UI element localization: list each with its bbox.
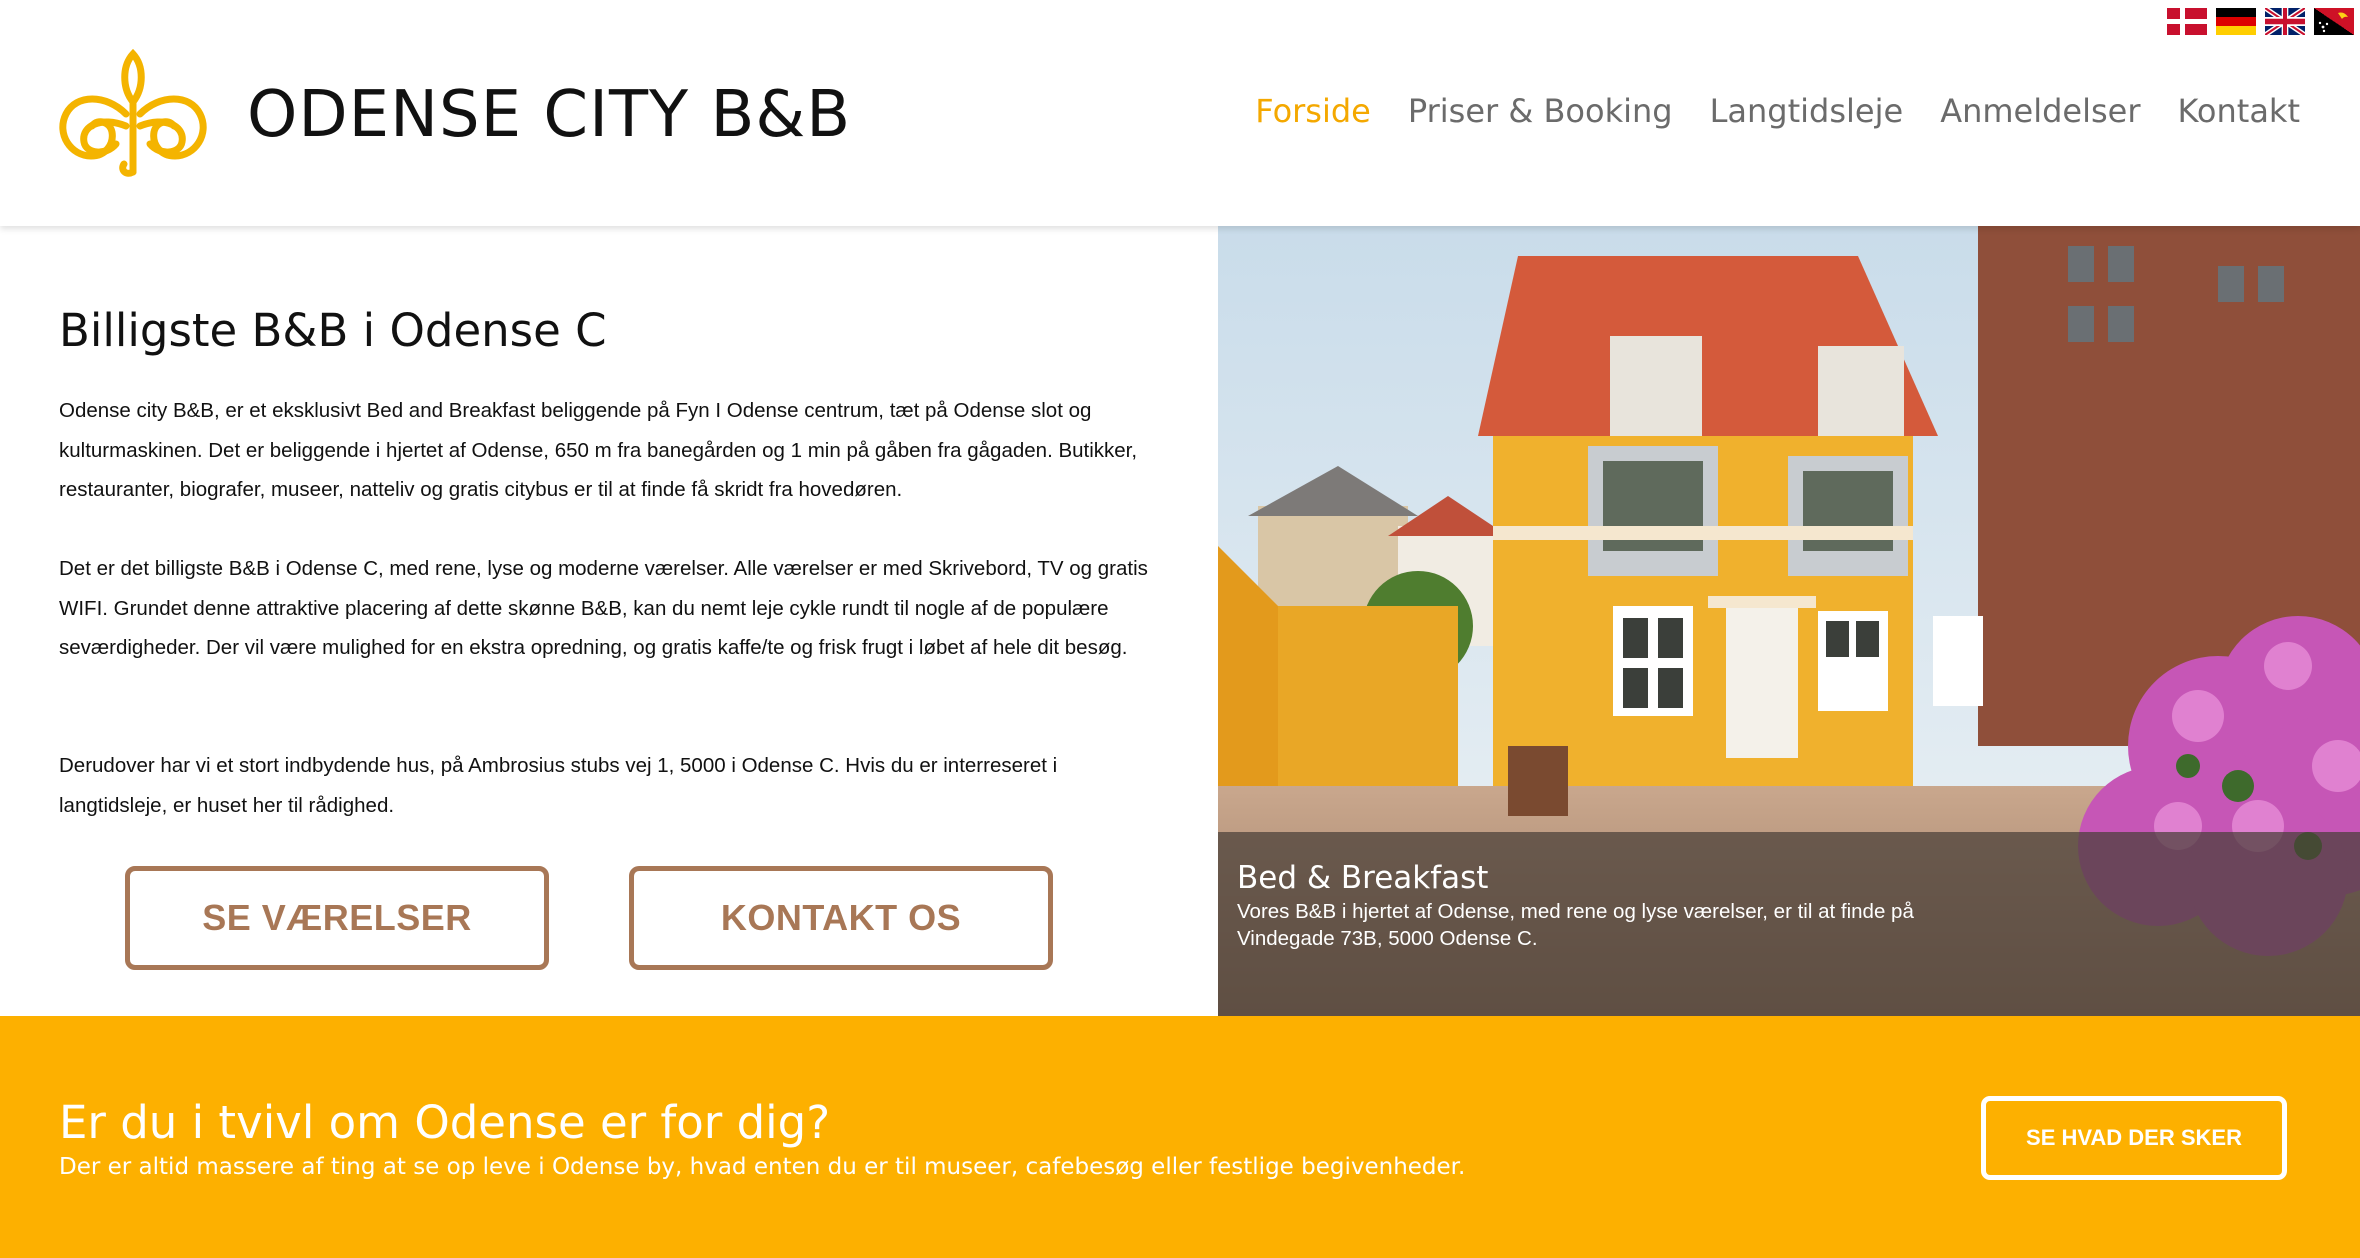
main-nav: Forside Priser & Booking Langtidsleje An… xyxy=(1255,92,2300,130)
language-selector xyxy=(2167,8,2354,35)
intro-title: Billigste B&B i Odense C xyxy=(59,304,607,357)
hero-caption: Bed & Breakfast Vores B&B i hjertet af O… xyxy=(1218,832,2360,1016)
intro-section: Billigste B&B i Odense C Odense city B&B… xyxy=(0,226,1218,1016)
contact-us-button[interactable]: KONTAKT OS xyxy=(629,866,1053,970)
nav-item-langtidsleje[interactable]: Langtidsleje xyxy=(1710,92,1904,130)
cta-title: Er du i tvivl om Odense er for dig? xyxy=(59,1096,831,1149)
intro-paragraph: Derudover har vi et stort indbydende hus… xyxy=(59,754,1058,817)
nav-item-forside[interactable]: Forside xyxy=(1255,92,1371,130)
cta-text: Der er altid massere af ting at se op le… xyxy=(59,1154,1466,1180)
see-events-button[interactable]: SE HVAD DER SKER xyxy=(1981,1096,2287,1180)
caption-title: Bed & Breakfast xyxy=(1237,860,1489,896)
germany-flag-icon[interactable] xyxy=(2216,8,2256,35)
nav-item-anmeldelser[interactable]: Anmeldelser xyxy=(1940,92,2140,130)
site-header: ODENSE CITY B&B Forside Priser & Booking… xyxy=(0,0,2360,226)
intro-paragraph: Det er det billigste B&B i Odense C, med… xyxy=(59,557,1148,659)
caption-text: Vores B&B i hjertet af Odense, med rene … xyxy=(1237,900,1914,950)
nav-item-kontakt[interactable]: Kontakt xyxy=(2178,92,2300,130)
intro-paragraph: Odense city B&B, er et eksklusivt Bed an… xyxy=(59,399,1138,501)
cta-band: Er du i tvivl om Odense er for dig? Der … xyxy=(0,1016,2360,1258)
nav-item-priser-booking[interactable]: Priser & Booking xyxy=(1408,92,1673,130)
papua-new-guinea-flag-icon[interactable] xyxy=(2314,8,2354,35)
see-rooms-button[interactable]: SE VÆRELSER xyxy=(125,866,549,970)
uk-flag-icon[interactable] xyxy=(2265,8,2305,35)
hero-image: Bed & Breakfast Vores B&B i hjertet af O… xyxy=(1218,226,2360,1016)
denmark-flag-icon[interactable] xyxy=(2167,8,2207,35)
brand-name[interactable]: ODENSE CITY B&B xyxy=(247,78,851,152)
bb-monogram-logo[interactable] xyxy=(46,44,220,180)
